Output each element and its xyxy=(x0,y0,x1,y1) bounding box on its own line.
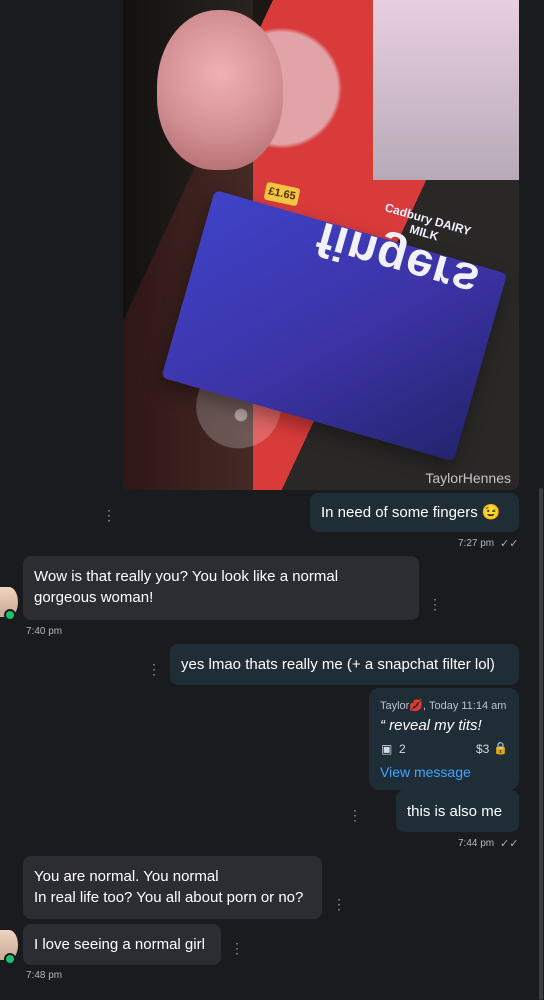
locked-message-card[interactable]: Taylor💋, Today 11:14 am “ reveal my tits… xyxy=(369,688,519,790)
background-wall xyxy=(373,0,519,180)
incoming-message-bubble[interactable]: I love seeing a normal girl xyxy=(23,924,221,965)
message-options-icon[interactable]: ⋮ xyxy=(102,508,116,522)
outgoing-message-bubble[interactable]: this is also me xyxy=(396,790,519,832)
message-options-icon[interactable]: ⋮ xyxy=(332,897,346,911)
outgoing-message-bubble[interactable]: In need of some fingers 😉 xyxy=(310,493,519,532)
message-time: 7:48 pm xyxy=(26,970,63,981)
face-area xyxy=(157,10,283,170)
outgoing-message-bubble[interactable]: yes lmao thats really me (+ a snapchat f… xyxy=(170,644,519,685)
message-text: In need of some fingers 😉 xyxy=(321,504,501,521)
view-message-link[interactable]: View message xyxy=(380,764,471,780)
message-options-icon[interactable]: ⋮ xyxy=(230,941,244,955)
sender-name: Taylor xyxy=(380,700,410,712)
double-check-icon: ✓✓ xyxy=(500,838,519,850)
message-time: 7:44 pm xyxy=(458,838,495,849)
scrollbar[interactable] xyxy=(539,488,543,1000)
message-text: this is also me xyxy=(407,803,503,820)
locked-message-preview: “ reveal my tits! xyxy=(380,717,482,734)
message-text: Wow is that really you? You look like a … xyxy=(34,568,339,606)
message-options-icon[interactable]: ⋮ xyxy=(348,808,362,822)
message-price: $3 xyxy=(476,742,490,756)
price-tag: £1.65 xyxy=(263,181,301,207)
incoming-message-bubble[interactable]: Wow is that really you? You look like a … xyxy=(23,556,419,620)
lips-icon: 💋 xyxy=(409,700,424,712)
message-text: yes lmao thats really me (+ a snapchat f… xyxy=(181,656,495,673)
photo-watermark: TaylorHennes xyxy=(425,470,511,486)
image-count: 2 xyxy=(399,742,406,756)
image-icon: ▣ xyxy=(381,742,393,756)
message-options-icon[interactable]: ⋮ xyxy=(428,597,442,611)
online-status-icon xyxy=(4,953,16,965)
message-text: I love seeing a normal girl xyxy=(34,936,205,953)
card-meta: Taylor💋, Today 11:14 am xyxy=(380,699,506,712)
incoming-message-bubble[interactable]: You are normal. You normal In real life … xyxy=(23,856,322,919)
card-timestamp: , Today 11:14 am xyxy=(423,700,507,712)
message-time: 7:27 pm xyxy=(458,538,495,549)
double-check-icon: ✓✓ xyxy=(500,538,519,550)
message-time: 7:40 pm xyxy=(26,626,63,637)
message-options-icon[interactable]: ⋮ xyxy=(147,662,161,676)
shared-photo[interactable]: £1.65 Cadbury DAIRY MILK fingers TaylorH… xyxy=(123,0,519,490)
lock-icon: 🔒 xyxy=(493,741,508,755)
message-text: You are normal. You normal In real life … xyxy=(34,868,304,906)
online-status-icon xyxy=(4,609,16,621)
